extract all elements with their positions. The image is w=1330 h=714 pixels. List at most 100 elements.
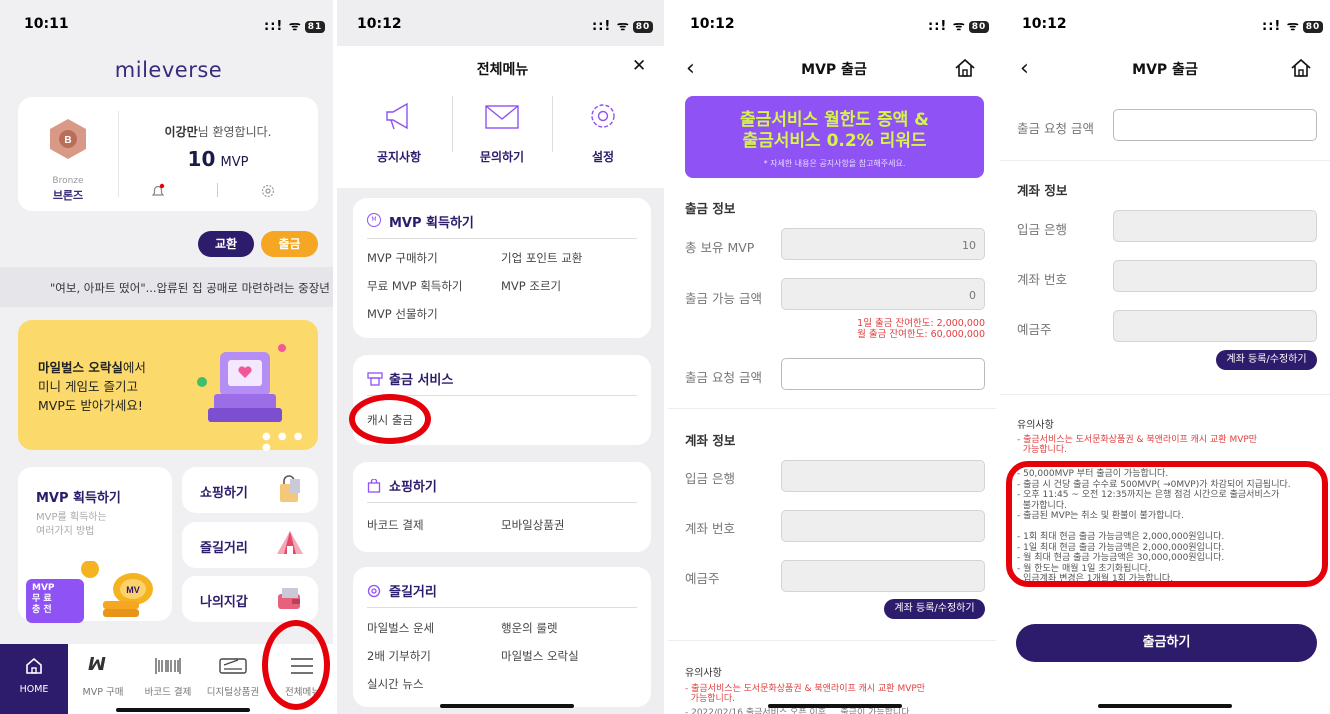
battery-icon: 81 (304, 20, 326, 33)
battery-icon: 80 (1302, 20, 1324, 33)
menu-item-roulette[interactable]: 행운의 룰렛 (501, 620, 558, 636)
mvp-earn-tile[interactable]: MVP 획득하기 MVP를 획득하는 여러가지 방법 MV MVP 무 료 충 전 (18, 467, 172, 623)
menu-item-free-mvp[interactable]: 무료 MVP 획득하기 (367, 278, 463, 294)
limit-text: 1일 출금 잔여한도: 2,000,000 월 출금 잔여한도: 60,000,0… (857, 318, 985, 340)
withdraw-button[interactable]: 출금 (261, 231, 318, 257)
status-time: 10:12 (690, 16, 735, 32)
register-account-button[interactable]: 계좌 등록/수정하기 (884, 599, 985, 619)
request-amount-input[interactable] (1113, 109, 1317, 141)
holder-field (1113, 310, 1317, 342)
profile-card: B Bronze 브론즈 이강만님 환영합니다. 10 MVP (18, 97, 318, 211)
withdraw-screen-top: 10:12 ::! ᯤ 80 ‹ MVP 출금 출금서비스 월한도 증액 & 출금서… (668, 0, 1000, 714)
balance: 10 MVP (187, 147, 249, 171)
divider (668, 640, 1000, 641)
nav-mvp-buy[interactable]: ꟽ MVP 구매 (70, 644, 136, 714)
section-withdraw-info: 출금 정보 (685, 201, 736, 216)
menu-item-mvp-gift[interactable]: MVP 선물하기 (367, 306, 438, 322)
divider (1000, 160, 1330, 161)
status-time: 10:12 (357, 16, 402, 32)
home-icon[interactable] (954, 58, 976, 82)
section-title: 즐길거리 (389, 585, 437, 600)
nav-home[interactable]: HOME (0, 644, 68, 714)
exchange-button[interactable]: 교환 (198, 231, 254, 257)
home-icon[interactable] (1290, 58, 1312, 82)
bank-field (781, 460, 985, 492)
withdraw-screen-bottom: 10:12 ::! ᯤ 80 ‹ MVP 출금 출금 요청 금액 계좌 정보 입금… (1000, 0, 1330, 714)
home-indicator (116, 708, 250, 712)
menu-item-mvp-request[interactable]: MVP 조르기 (501, 278, 561, 294)
banner-pager-dots[interactable]: ● ● ● ● (262, 431, 318, 453)
gear-icon[interactable] (260, 183, 276, 199)
settings-gear-icon (587, 100, 619, 136)
bell-icon[interactable] (150, 183, 166, 199)
divider (1000, 394, 1330, 395)
menu-item-buy-mvp[interactable]: MVP 구매하기 (367, 250, 438, 266)
home-indicator (1098, 704, 1232, 708)
menu-section-fun: 즐길거리 마일벌스 운세 행운의 룰렛 2배 기부하기 마일벌스 오락실 실시간… (353, 567, 651, 707)
label-account-number: 계좌 번호 (1017, 272, 1067, 287)
fun-tile[interactable]: 즐길거리 (182, 522, 318, 568)
promo-banner[interactable]: 출금서비스 월한도 증액 & 출금서비스 0.2% 리워드 * 자세한 내용은 공… (685, 96, 984, 178)
menu-item-donate[interactable]: 2배 기부하기 (367, 648, 431, 664)
nav-barcode[interactable]: 바코드 결제 (136, 644, 200, 714)
mvp-coin-icon: M (367, 213, 381, 227)
label-account-number: 계좌 번호 (685, 521, 735, 536)
free-charge-badge: MVP 무 료 충 전 (26, 579, 84, 623)
menu-item-fortune[interactable]: 마일벌스 운세 (367, 620, 434, 636)
barcode-icon (154, 656, 182, 680)
label-request-amount: 출금 요청 금액 (685, 370, 762, 385)
banner-note: * 자세한 내용은 공지사항을 참고해주세요. (763, 159, 906, 168)
banner-text: 마일벌스 오락실에서 미니 게임도 즐기고 MVP도 받아가세요! (38, 360, 146, 413)
section-account-info: 계좌 정보 (1017, 183, 1068, 198)
arcade-banner[interactable]: 마일벌스 오락실에서 미니 게임도 즐기고 MVP도 받아가세요! ● ● ● ● (18, 320, 318, 453)
tile-title: MVP 획득하기 (36, 491, 121, 506)
shopping-tile[interactable]: 쇼핑하기 (182, 467, 318, 513)
tile-title: 나의지갑 (200, 595, 248, 610)
divider (367, 502, 637, 503)
svg-text:MV: MV (126, 585, 140, 595)
menu-item-news[interactable]: 실시간 뉴스 (367, 676, 424, 692)
mvp-logo-icon: ꟽ (88, 654, 106, 675)
screen-separator (996, 0, 1000, 714)
page-title: 전체메뉴 (476, 62, 529, 78)
highlight-circle (262, 620, 330, 710)
menu-item-mobile-giftcard[interactable]: 모바일상품권 (501, 517, 564, 533)
menu-item-arcade[interactable]: 마일벌스 오락실 (501, 648, 579, 664)
menu-section-shopping: 쇼핑하기 바코드 결제 모바일상품권 (353, 462, 651, 552)
bronze-badge-icon: B (48, 117, 88, 161)
menu-section-mvp: M MVP 획득하기 MVP 구매하기 기업 포인트 교환 무료 MVP 획득하… (353, 198, 651, 338)
available-amount-field: 0 (781, 278, 985, 310)
menu-item-point-exchange[interactable]: 기업 포인트 교환 (501, 250, 582, 266)
status-icons: ::! ᯤ 80 (1262, 16, 1324, 34)
withdraw-submit-button[interactable]: 출금하기 (1016, 624, 1317, 662)
register-account-button[interactable]: 계좌 등록/수정하기 (1216, 350, 1317, 370)
account-number-field (1113, 260, 1317, 292)
quick-settings[interactable]: 설정 (553, 96, 653, 168)
label-holder: 예금주 (1017, 322, 1052, 337)
nav-gift-card[interactable]: 디지털상품권 (200, 644, 266, 714)
menu-item-barcode-pay[interactable]: 바코드 결제 (367, 517, 424, 533)
wallet-icon (274, 584, 304, 618)
envelope-icon (484, 104, 520, 134)
highlight-box (1006, 461, 1328, 587)
welcome-text: 이강만님 환영합니다. (164, 125, 272, 139)
status-icons: ::! ᯤ 81 (264, 16, 326, 34)
label-bank: 입금 은행 (685, 471, 735, 486)
account-number-field (781, 510, 985, 542)
divider (367, 607, 637, 608)
request-amount-input[interactable] (781, 358, 985, 390)
quick-notice[interactable]: 공지사항 (349, 96, 449, 168)
section-account-info: 계좌 정보 (685, 433, 736, 448)
wallet-tile[interactable]: 나의지갑 (182, 576, 318, 622)
megaphone-icon (383, 100, 417, 136)
label-total-mvp: 총 보유 MVP (685, 240, 755, 255)
label-request-amount: 출금 요청 금액 (1017, 121, 1094, 136)
close-icon[interactable]: ✕ (632, 56, 646, 76)
screen-separator (664, 0, 668, 714)
news-ticker-bar[interactable]: "여보, 아파트 떴어"...압류된 집 공매로 마련하려는 중장년 (0, 267, 337, 307)
status-icons: ::! ᯤ 80 (928, 16, 990, 34)
quick-inquiry[interactable]: 문의하기 (452, 96, 552, 168)
status-icons: ::! ᯤ 80 (592, 16, 654, 34)
bank-field (1113, 210, 1317, 242)
total-mvp-field: 10 (781, 228, 985, 260)
